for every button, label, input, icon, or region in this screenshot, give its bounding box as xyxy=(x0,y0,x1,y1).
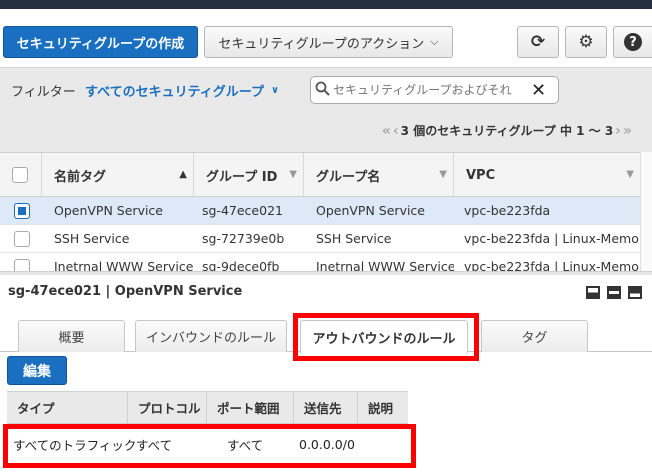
filter-panel: フィルター すべてのセキュリティグループ ∨ ✕ « ‹ 3 個のセキュリティグ… xyxy=(0,67,652,152)
detail-title: sg-47ece021 | OpenVPN Service xyxy=(8,284,243,299)
rule-port-range: すべて xyxy=(227,437,264,453)
panel-splitter[interactable] xyxy=(0,271,652,275)
select-all-checkbox-cell xyxy=(0,153,42,197)
cell-name: Inetrnal WWW Service xyxy=(54,259,194,271)
table-row[interactable]: SSH Service sg-72739e0b SSH Service vpc-… xyxy=(0,225,640,253)
rule-protocol: すべて xyxy=(136,437,173,453)
refresh-icon: ⟳ xyxy=(530,32,546,52)
filter-dropdown[interactable]: すべてのセキュリティグループ ∨ xyxy=(85,81,279,100)
sort-icon: ▼ xyxy=(439,169,447,180)
settings-button[interactable]: ⚙ xyxy=(565,26,607,58)
help-button[interactable]: ? xyxy=(613,26,652,58)
next-page-icon[interactable]: › xyxy=(615,123,621,139)
column-header-group-id[interactable]: グループ ID ▼ xyxy=(194,153,304,197)
cell-name: OpenVPN Service xyxy=(54,203,163,218)
cell-vpc: vpc-be223fda | Linux-Memo ... xyxy=(464,231,640,246)
column-header-label: VPC xyxy=(466,167,496,183)
filter-label: フィルター xyxy=(11,85,76,100)
cell-group-id: sg-72739e0b xyxy=(202,231,285,246)
rule-type: すべてのトラフィック xyxy=(13,437,137,453)
table-header: 名前タグ ▲ グループ ID ▼ グループ名 ▼ VPC ▼ xyxy=(0,153,640,197)
layout-bottom-icon[interactable] xyxy=(586,286,600,299)
rules-col-description: 説明 xyxy=(368,401,394,416)
toolbar: セキュリティグループの作成 セキュリティグループのアクション ⌵ ⟳ ⚙ ? xyxy=(0,9,652,67)
last-page-icon[interactable]: » xyxy=(623,123,632,139)
row-checkbox[interactable] xyxy=(14,258,30,271)
row-checkbox[interactable] xyxy=(14,230,30,247)
row-checkbox-cell xyxy=(0,258,42,271)
detail-tabs: 概要 インバウンドのルール アウトバウンドのルール タグ xyxy=(0,318,652,353)
tab-description[interactable]: 概要 xyxy=(18,320,125,352)
edit-button[interactable]: 編集 xyxy=(7,356,67,385)
layout-split-icon[interactable] xyxy=(607,286,621,299)
cell-group-name: SSH Service xyxy=(316,231,392,246)
pagination: « ‹ 3 個のセキュリティグループ 中 1 〜 3 › » xyxy=(382,122,632,139)
chevron-down-icon: ⌵ xyxy=(430,35,439,48)
cell-name: SSH Service xyxy=(54,231,130,246)
gear-icon: ⚙ xyxy=(578,32,594,52)
search-input[interactable] xyxy=(333,83,529,97)
panel-layout-controls xyxy=(586,286,642,299)
rules-header: タイプ プロトコル ポート範囲 送信先 説明 xyxy=(7,391,408,424)
row-checkbox-cell xyxy=(0,202,42,219)
rules-col-port-range: ポート範囲 xyxy=(207,392,294,423)
table-scrollbar[interactable] xyxy=(640,152,652,271)
sort-icon: ▼ xyxy=(626,169,634,180)
table-row[interactable]: OpenVPN Service sg-47ece021 OpenVPN Serv… xyxy=(0,197,640,225)
row-checkbox-cell xyxy=(0,230,42,247)
help-icon: ? xyxy=(624,33,642,51)
create-security-group-button[interactable]: セキュリティグループの作成 xyxy=(3,26,198,58)
cell-vpc: vpc-be223fda xyxy=(464,203,551,218)
sort-icon: ▼ xyxy=(289,169,297,180)
cell-group-name: Inetrnal WWW Service xyxy=(316,259,454,271)
cell-group-id: sg-47ece021 xyxy=(202,203,283,218)
prev-page-icon[interactable]: ‹ xyxy=(393,123,399,139)
column-header-label: グループ ID xyxy=(206,169,278,185)
row-checkbox[interactable] xyxy=(14,202,30,219)
column-header-label: グループ名 xyxy=(316,169,381,185)
column-header-label: 名前タグ xyxy=(54,169,107,185)
top-navbar xyxy=(0,0,652,9)
search-icon xyxy=(315,81,330,100)
rules-col-destination: 送信先 xyxy=(294,392,358,423)
first-page-icon[interactable]: « xyxy=(382,123,391,139)
select-all-checkbox[interactable] xyxy=(12,167,28,183)
tab-inbound-rules[interactable]: インバウンドのルール xyxy=(135,320,287,352)
column-header-name-tag[interactable]: 名前タグ ▲ xyxy=(42,153,194,197)
table-row: すべてのトラフィック すべて すべて 0.0.0.0/0 xyxy=(7,424,408,464)
sort-asc-icon: ▲ xyxy=(179,169,187,180)
table-row[interactable]: Inetrnal WWW Service sg-9dece0fb Inetrna… xyxy=(0,253,640,271)
tab-outbound-rules[interactable]: アウトバウンドのルール xyxy=(300,320,468,353)
actions-label: セキュリティグループのアクション xyxy=(218,36,425,52)
filter-selected-value: すべてのセキュリティグループ xyxy=(85,85,265,100)
rule-destination: 0.0.0.0/0 xyxy=(299,436,355,452)
column-header-vpc[interactable]: VPC ▼ xyxy=(454,153,640,197)
outbound-rules-table: タイプ プロトコル ポート範囲 送信先 説明 すべてのトラフィック すべて すべ… xyxy=(7,391,408,464)
security-groups-table: 名前タグ ▲ グループ ID ▼ グループ名 ▼ VPC ▼ OpenVPN Servi… xyxy=(0,152,640,271)
pager-text: 3 個のセキュリティグループ 中 1 〜 3 xyxy=(400,124,614,138)
cell-vpc: vpc-be223fda | Linux-Memo xyxy=(464,259,639,271)
security-group-actions-button[interactable]: セキュリティグループのアクション ⌵ xyxy=(204,26,453,58)
rules-col-protocol: プロトコル xyxy=(128,392,207,423)
rules-col-type: タイプ xyxy=(7,392,128,423)
search-field[interactable]: ✕ xyxy=(310,76,559,104)
close-icon[interactable]: ✕ xyxy=(531,80,546,101)
layout-top-icon[interactable] xyxy=(628,286,642,299)
cell-group-id: sg-9dece0fb xyxy=(202,259,280,271)
cell-group-name: OpenVPN Service xyxy=(316,203,425,218)
chevron-down-icon: ∨ xyxy=(271,85,280,96)
column-header-group-name[interactable]: グループ名 ▼ xyxy=(304,153,454,197)
refresh-button[interactable]: ⟳ xyxy=(517,26,559,58)
tab-tags[interactable]: タグ xyxy=(481,320,588,352)
